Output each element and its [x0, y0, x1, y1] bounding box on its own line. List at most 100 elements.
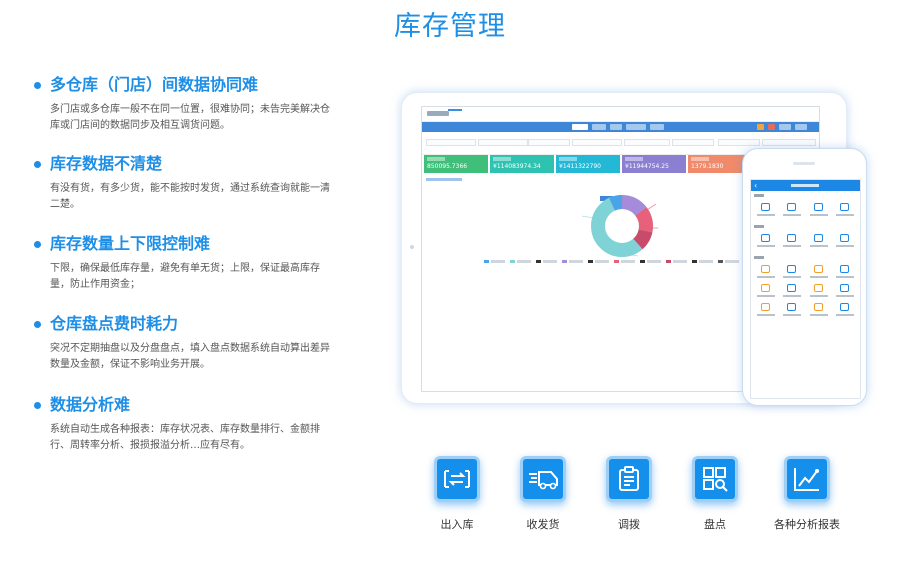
filter-input[interactable] — [572, 139, 622, 146]
menu-item[interactable] — [832, 201, 858, 220]
filter-input[interactable] — [762, 139, 816, 146]
menu-item[interactable] — [832, 301, 858, 320]
feature-icon-row: 出入库 收发货 调拨 盘点 各种分析报表 — [0, 452, 900, 542]
menu-icon — [787, 203, 797, 211]
menu-icon — [813, 203, 823, 211]
icon-label: 各种分析报表 — [774, 518, 840, 531]
legend-label — [621, 260, 635, 263]
menu-item[interactable] — [753, 232, 779, 251]
legend-label — [595, 260, 609, 263]
menu-icon — [839, 203, 849, 211]
detail-link[interactable] — [426, 178, 462, 181]
summary-card: ¥114083974.34 — [490, 155, 554, 173]
clipboard-icon-glyph — [619, 466, 639, 491]
menu-label — [809, 245, 828, 247]
menu-item[interactable] — [779, 301, 805, 320]
app-tab[interactable] — [768, 124, 775, 130]
inventory-scan-icon-glyph — [703, 467, 728, 492]
legend-swatch — [510, 260, 515, 263]
donut-segment — [621, 195, 647, 217]
legend-swatch — [666, 260, 671, 263]
donut-segment — [635, 207, 653, 233]
menu-label — [757, 295, 775, 297]
menu-icon — [839, 284, 849, 292]
menu-label — [835, 245, 854, 247]
app-tab[interactable] — [779, 124, 791, 130]
menu-item[interactable] — [832, 282, 858, 301]
menu-icon — [839, 265, 849, 273]
filter-input[interactable] — [672, 139, 714, 146]
menu-label — [809, 276, 828, 278]
menu-item[interactable] — [806, 201, 832, 220]
app-tab[interactable] — [650, 124, 664, 130]
legend-label — [569, 260, 583, 263]
card-label — [625, 157, 643, 161]
feature-body: 系统自动生成各种报表：库存状况表、库存数量排行、金额排行、周转率分析、报损报溢分… — [50, 424, 320, 451]
menu-item[interactable] — [806, 301, 832, 320]
menu-item[interactable] — [806, 263, 832, 282]
feature-item: 多仓库（门店）间数据协同难 多门店或多仓库一般不在同一位置，很难协同；未告完美解… — [34, 74, 334, 153]
menu-label — [809, 314, 828, 316]
app-tab[interactable] — [610, 124, 622, 130]
menu-label — [757, 245, 775, 247]
app-tab[interactable] — [795, 124, 807, 130]
phone-screen: ‹ — [750, 179, 861, 399]
inventory-scan-icon[interactable] — [692, 456, 738, 502]
menu-item[interactable] — [806, 232, 832, 251]
feature-item: 库存数量上下限控制难 下限，确保最低库存量，避免有单无货；上限，保证最高库存量，… — [34, 233, 334, 313]
menu-item[interactable] — [753, 282, 779, 301]
menu-item[interactable] — [832, 263, 858, 282]
menu-item[interactable] — [779, 263, 805, 282]
line-chart-icon-glyph — [794, 468, 819, 491]
menu-icon — [787, 234, 797, 242]
filter-input[interactable] — [718, 139, 760, 146]
transfer-arrows-icon[interactable] — [434, 456, 480, 502]
leader-line — [581, 215, 595, 219]
menu-item[interactable] — [753, 301, 779, 320]
filter-input[interactable] — [624, 139, 670, 146]
menu-label — [757, 314, 775, 316]
legend-swatch — [640, 260, 645, 263]
legend-label — [647, 260, 661, 263]
menu-icon — [839, 234, 849, 242]
filter-input[interactable] — [478, 139, 528, 146]
menu-item[interactable] — [753, 201, 779, 220]
phone-mockup: ‹ — [742, 148, 867, 406]
phone-nav-bar: ‹ — [751, 180, 860, 191]
delivery-truck-icon[interactable] — [520, 456, 566, 502]
app-tab[interactable] — [572, 124, 588, 130]
delivery-truck-icon-glyph — [529, 471, 558, 490]
menu-label — [783, 295, 802, 297]
back-arrow-icon[interactable]: ‹ — [754, 181, 757, 190]
menu-icon — [813, 284, 823, 292]
menu-icon — [813, 265, 823, 273]
menu-item[interactable] — [779, 232, 805, 251]
feature-heading: 数据分析难 — [34, 394, 334, 416]
line-chart-icon[interactable] — [784, 456, 830, 502]
filter-input[interactable] — [528, 139, 570, 146]
menu-icon — [839, 303, 849, 311]
phone-menu-grid — [751, 199, 860, 222]
card-value: 850095.7366 — [427, 163, 468, 170]
filter-input[interactable] — [426, 139, 476, 146]
menu-item[interactable] — [832, 232, 858, 251]
menu-item[interactable] — [779, 201, 805, 220]
menu-item[interactable] — [753, 263, 779, 282]
feature-heading-text: 数据分析难 — [50, 395, 131, 414]
feature-heading: 多仓库（门店）间数据协同难 — [34, 74, 334, 96]
summary-card: ¥11944754.25 — [622, 155, 686, 173]
feature-heading: 库存数量上下限控制难 — [34, 233, 334, 255]
menu-icon — [761, 303, 770, 311]
app-tab[interactable] — [592, 124, 606, 130]
card-label — [559, 157, 577, 161]
card-value: ¥114083974.34 — [493, 163, 541, 170]
tablet-camera — [410, 245, 414, 249]
phone-title — [791, 184, 819, 187]
clipboard-icon[interactable] — [606, 456, 652, 502]
menu-item[interactable] — [806, 282, 832, 301]
legend-swatch — [562, 260, 567, 263]
app-tab[interactable] — [757, 124, 764, 130]
phone-menu-grid — [751, 261, 860, 322]
menu-item[interactable] — [779, 282, 805, 301]
app-tab[interactable] — [626, 124, 646, 130]
